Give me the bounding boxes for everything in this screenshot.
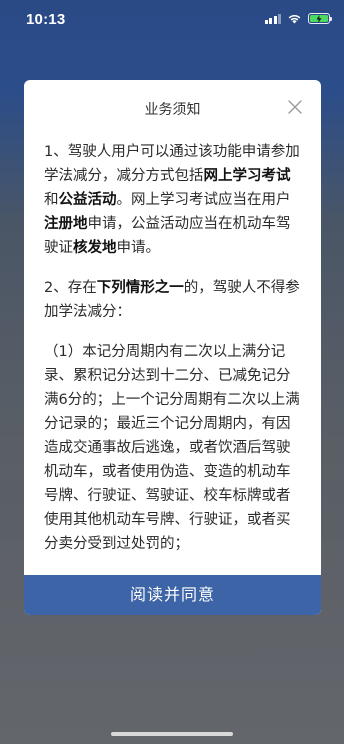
dialog-content: 1、驾驶人用户可以通过该功能申请参加学法减分，减分方式包括网上学习考试和公益活动…: [44, 140, 302, 575]
notice-paragraph: （1）本记分周期内有二次以上满分记录、累积记分达到十二分、已减免记分满6分的；上…: [44, 340, 302, 556]
paragraph-text: 申请。: [116, 240, 161, 256]
emphasis-text: 公益活动: [58, 192, 117, 208]
notice-dialog: 业务须知 1、驾驶人用户可以通过该功能申请参加学法减分，减分方式包括网上学习考试…: [24, 80, 321, 615]
dialog-title: 业务须知: [144, 102, 201, 118]
paragraph-text: 和: [44, 192, 59, 208]
close-icon[interactable]: [287, 99, 303, 115]
read-and-agree-button[interactable]: 阅读并同意: [24, 575, 321, 615]
app-screen: 10:13 业务须知 1、驾驶人用户可以通过该功能申请参加学法减分，减分方式包括…: [0, 0, 344, 744]
paragraph-text: （1）本记分周期内有二次以上满分记录、累积记分达到十二分、已减免记分满6分的；上…: [44, 344, 300, 552]
emphasis-text: 核发地: [73, 240, 117, 256]
dialog-header: 业务须知: [24, 80, 321, 136]
status-bar: 10:13: [0, 0, 344, 44]
paragraph-text: 。网上学习考试应当在用户: [116, 192, 291, 208]
notice-paragraph: 1、驾驶人用户可以通过该功能申请参加学法减分，减分方式包括网上学习考试和公益活动…: [44, 140, 302, 260]
status-icons: [264, 13, 332, 24]
status-time: 10:13: [26, 11, 66, 28]
wifi-icon: [288, 14, 301, 24]
notice-paragraph: 2、存在下列情形之一的，驾驶人不得参加学法减分：: [44, 276, 302, 324]
home-indicator: [111, 732, 233, 736]
paragraph-text: 2、存在: [44, 280, 97, 296]
cellular-signal-icon: [264, 13, 281, 24]
emphasis-text: 下列情形之一: [96, 280, 184, 296]
battery-icon: [308, 13, 332, 24]
emphasis-text: 注册地: [44, 216, 88, 232]
emphasis-text: 网上学习考试: [203, 168, 291, 184]
